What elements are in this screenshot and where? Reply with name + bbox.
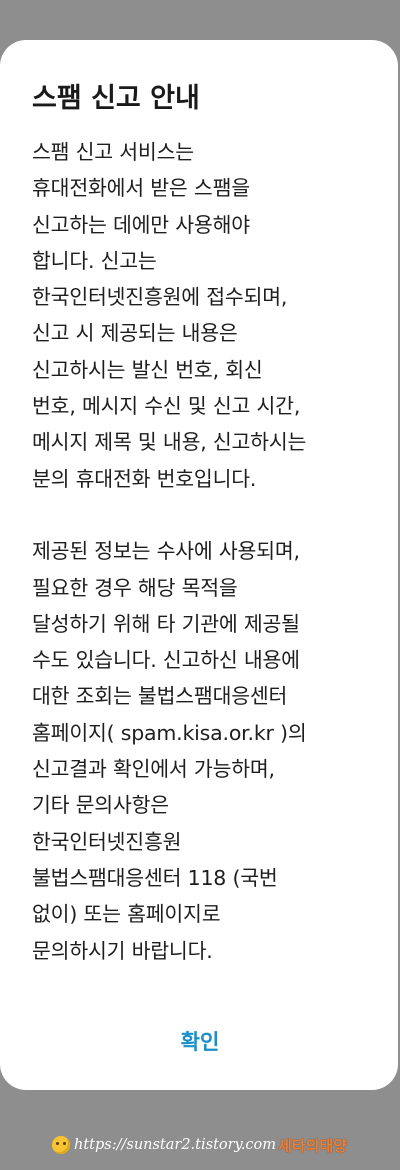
message-line: 메시지 제목 및 내용, 신고하시는 — [32, 430, 307, 455]
dialog-title: 스팸 신고 안내 — [32, 83, 200, 114]
message-line: 홈페이지( spam.kisa.or.kr )의 — [32, 720, 307, 745]
message-line: 불법스팸대응센터 118 (국번 — [32, 865, 278, 890]
confirm-button[interactable]: 확인 — [150, 1020, 250, 1064]
message-line: 한국인터넷진흥원에 접수되며, — [32, 285, 288, 310]
message-line: 휴대전화에서 받은 스팸을 — [32, 176, 250, 201]
message-line: 달성하기 위해 타 기관에 제공될 — [32, 611, 300, 636]
message-line: 필요한 경우 해당 목적을 — [32, 575, 238, 600]
watermark-name: 세타의태양 — [278, 1136, 348, 1155]
blog-watermark: https://sunstar2.tistory.com 세타의태양 — [52, 1133, 347, 1157]
message-line: 스팸 신고 서비스는 — [32, 140, 194, 164]
message-line: 문의하시기 바랍니다. — [32, 938, 213, 963]
message-line: 없이) 또는 홈페이지로 — [32, 902, 221, 927]
message-line: 기타 문의사항은 — [32, 793, 169, 818]
spam-report-dialog: 스팸 신고 안내 스팸 신고 서비스는 휴대전화에서 받은 스팸을 신고하는 데… — [0, 40, 398, 1090]
message-line: 번호, 메시지 수신 및 신고 시간, — [32, 394, 301, 419]
message-line: 신고하는 데에만 사용해야 — [32, 212, 250, 237]
message-line: 신고결과 확인에서 가능하며, — [32, 757, 275, 782]
message-line: 대한 조회는 불법스팸대응센터 — [32, 684, 288, 709]
message-line: 신고 시 제공되는 내용은 — [32, 321, 238, 346]
dialog-message: 스팸 신고 서비스는 휴대전화에서 받은 스팸을 신고하는 데에만 사용해야 합… — [32, 134, 377, 969]
message-line: 합니다. 신고는 — [32, 248, 157, 273]
watermark-url: https://sunstar2.tistory.com — [74, 1137, 277, 1153]
message-line: 한국인터넷진흥원 — [32, 829, 182, 854]
smiley-emoji-icon — [52, 1136, 70, 1154]
message-line: 분의 휴대전화 번호입니다. — [32, 466, 257, 491]
message-line: 신고하시는 발신 번호, 회신 — [32, 357, 263, 382]
message-line: 제공된 정보는 수사에 사용되며, — [32, 539, 300, 564]
message-line: 수도 있습니다. 신고하신 내용에 — [32, 648, 300, 673]
